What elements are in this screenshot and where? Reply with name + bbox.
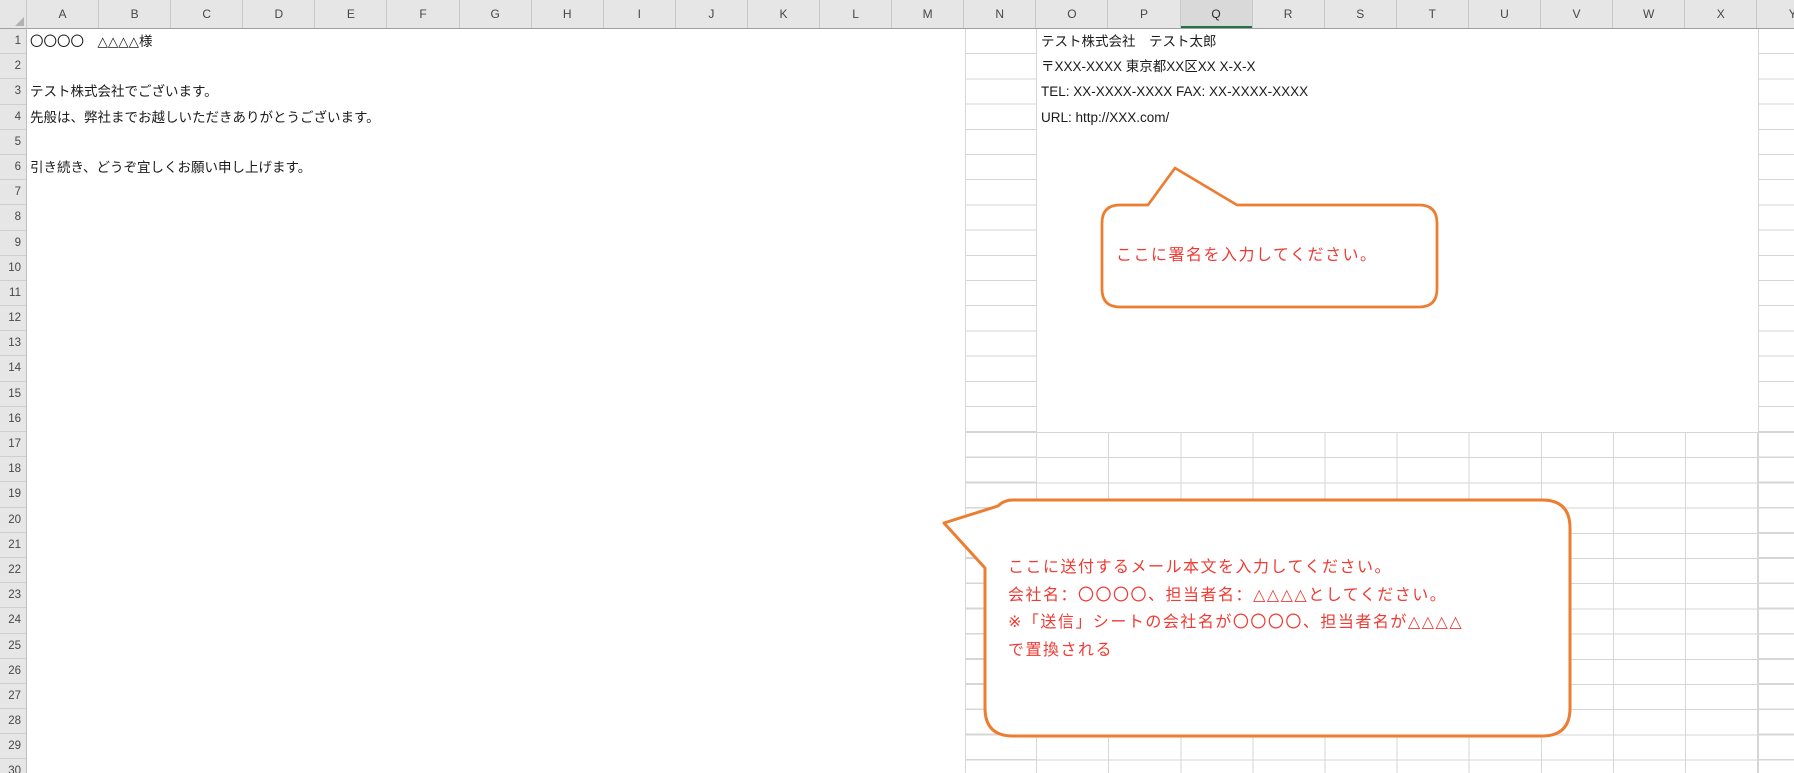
row-header-13[interactable]: 13 [0, 331, 26, 357]
row-header-3[interactable]: 3 [0, 79, 26, 105]
column-header-n[interactable]: N [964, 0, 1037, 28]
row-headers: 1 2 3 4 5 6 7 8 9 10 11 12 13 14 15 16 17 18 19 20 21 22 23 24 2… [0, 29, 27, 773]
column-header-d[interactable]: D [243, 0, 316, 28]
row-header-11[interactable]: 11 [0, 281, 26, 307]
column-header-x[interactable]: X [1685, 0, 1758, 28]
column-header-h[interactable]: H [532, 0, 604, 28]
row-header-8[interactable]: 8 [0, 205, 26, 231]
column-header-j[interactable]: J [676, 0, 748, 28]
column-header-g[interactable]: G [460, 0, 532, 28]
row-header-29[interactable]: 29 [0, 734, 26, 760]
row-header-9[interactable]: 9 [0, 231, 26, 256]
column-header-q[interactable]: Q [1180, 0, 1253, 28]
signature-callout-text: ここに署名を入力してください。 [1116, 247, 1378, 264]
row-header-15[interactable]: 15 [0, 382, 26, 407]
row-header-19[interactable]: 19 [0, 482, 26, 508]
column-header-k[interactable]: K [748, 0, 821, 28]
row-header-25[interactable]: 25 [0, 634, 26, 659]
row-header-21[interactable]: 21 [0, 533, 26, 558]
column-header-w[interactable]: W [1613, 0, 1686, 28]
select-all-corner[interactable] [0, 0, 27, 29]
row-header-5[interactable]: 5 [0, 130, 26, 155]
row-header-2[interactable]: 2 [0, 54, 26, 80]
cell-a3[interactable]: テスト株式会社でございます。 [30, 79, 218, 104]
mail-body-callout-line: 会社名：〇〇〇〇、担当者名：△△△△としてください。 [1008, 586, 1448, 604]
select-all-triangle-icon [15, 17, 24, 26]
row-header-1[interactable]: 1 [0, 29, 26, 55]
row-header-10[interactable]: 10 [0, 256, 26, 281]
signature-callout-shape[interactable] [1100, 166, 1439, 309]
column-header-i[interactable]: I [604, 0, 676, 28]
row-header-17[interactable]: 17 [0, 432, 26, 458]
row-header-30[interactable]: 30 [0, 759, 26, 773]
mail-body-callout-line: で置換される [1008, 641, 1114, 659]
row-header-6[interactable]: 6 [0, 155, 26, 181]
mail-body-callout-text: ここに送付するメール本文を入力してください。 会社名：〇〇〇〇、担当者名：△△△… [1008, 554, 1463, 664]
row-header-23[interactable]: 23 [0, 583, 26, 609]
column-header-o[interactable]: O [1036, 0, 1109, 28]
row-header-16[interactable]: 16 [0, 407, 26, 432]
cell-o4-signature-url[interactable]: URL: http://XXX.com/ [1041, 105, 1169, 130]
cell-o3-signature-tel-fax[interactable]: TEL: XX-XXXX-XXXX FAX: XX-XXXX-XXXX [1041, 79, 1308, 104]
column-header-c[interactable]: C [171, 0, 244, 28]
column-header-l[interactable]: L [820, 0, 893, 28]
row-header-20[interactable]: 20 [0, 508, 26, 533]
column-header-y[interactable]: Y [1757, 0, 1794, 28]
row-header-14[interactable]: 14 [0, 356, 26, 382]
cell-o2-signature-address[interactable]: 〒XXX-XXXX 東京都XX区XX X-X-X [1041, 54, 1256, 79]
cell-a1[interactable]: 〇〇〇〇 △△△△様 [30, 29, 153, 54]
column-header-a[interactable]: A [27, 0, 100, 28]
spreadsheet: ABCDEFGHIJKLMNOPQRSTUVWXY 12345678910111… [0, 0, 1794, 773]
column-header-r[interactable]: R [1253, 0, 1325, 28]
gridlines-column-y [1758, 29, 1794, 773]
cell-o1-signature-name[interactable]: テスト株式会社 テスト太郎 [1041, 29, 1217, 54]
column-header-p[interactable]: P [1108, 0, 1181, 28]
column-headers: ABCDEFGHIJKLMNOPQRSTUVWXY [27, 0, 1794, 29]
row-header-22[interactable]: 22 [0, 558, 26, 584]
row-header-28[interactable]: 28 [0, 709, 26, 735]
column-header-t[interactable]: T [1397, 0, 1469, 28]
row-header-12[interactable]: 12 [0, 306, 26, 332]
column-header-u[interactable]: U [1469, 0, 1541, 28]
cell-a6[interactable]: 引き続き、どうぞ宜しくお願い申し上げます。 [30, 155, 311, 180]
mail-body-callout-line: ※「送信」シートの会社名が〇〇〇〇、担当者名が△△△△ [1008, 614, 1464, 631]
column-header-m[interactable]: M [892, 0, 965, 28]
row-header-24[interactable]: 24 [0, 608, 26, 634]
row-header-4[interactable]: 4 [0, 105, 26, 130]
column-header-e[interactable]: E [315, 0, 388, 28]
column-header-s[interactable]: S [1325, 0, 1397, 28]
row-header-18[interactable]: 18 [0, 457, 26, 483]
row-header-7[interactable]: 7 [0, 180, 26, 206]
mail-body-callout-line: ここに送付するメール本文を入力してください。 [1008, 559, 1393, 576]
column-header-f[interactable]: F [387, 0, 460, 28]
cell-a4[interactable]: 先般は、弊社までお越しいただきありがとうございます。 [30, 105, 380, 130]
column-header-b[interactable]: B [99, 0, 172, 28]
column-header-v[interactable]: V [1541, 0, 1614, 28]
row-header-27[interactable]: 27 [0, 684, 26, 710]
row-header-26[interactable]: 26 [0, 659, 26, 684]
